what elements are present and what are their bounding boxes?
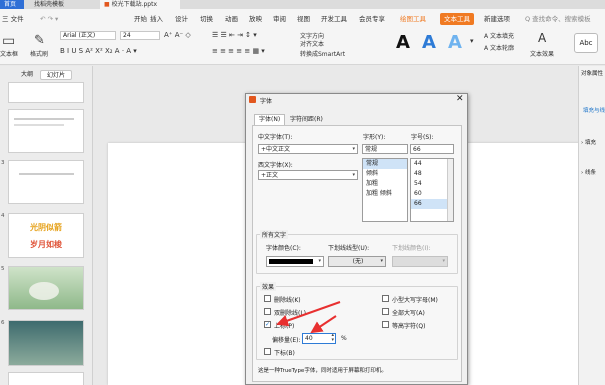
annotation-arrow-offset bbox=[310, 315, 337, 334]
annotation-arrows bbox=[276, 301, 341, 334]
